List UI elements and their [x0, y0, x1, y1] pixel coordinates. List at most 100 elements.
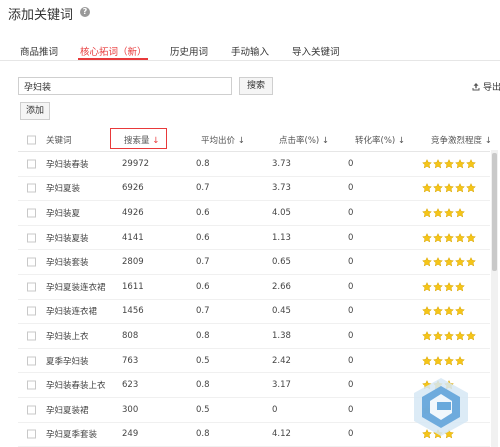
column-header-competition[interactable]: 竞争激烈程度 ↓	[431, 134, 492, 146]
avg-bid-cell: 0.5	[196, 355, 210, 366]
star-icon	[455, 355, 465, 366]
row-checkbox[interactable]	[27, 429, 36, 439]
search-button[interactable]: 搜索	[239, 77, 273, 95]
keyword-cell: 孕妇装夏装	[46, 233, 89, 244]
competition-rating	[422, 330, 477, 341]
ctr-cell: 4.12	[272, 429, 291, 440]
search-volume-cell: 249	[122, 429, 139, 440]
row-checkbox[interactable]	[27, 380, 36, 390]
keyword-search-input[interactable]	[18, 77, 232, 95]
table-row[interactable]: 孕妇装春装 29972 0.8 3.73 0	[18, 152, 490, 177]
competition-rating	[422, 183, 477, 193]
competition-rating	[422, 158, 477, 169]
competition-rating	[422, 207, 466, 218]
star-icon	[466, 183, 476, 193]
ctr-cell: 2.66	[272, 281, 291, 292]
tab-manual-input[interactable]: 手动输入	[231, 44, 269, 58]
star-icon	[444, 207, 454, 218]
table-row[interactable]: 孕妇夏装 6926 0.7 3.73 0	[18, 177, 490, 202]
star-icon	[455, 330, 465, 341]
avg-bid-cell: 0.7	[196, 306, 210, 317]
keyword-cell: 孕妇装连衣裙	[46, 307, 98, 318]
search-volume-cell: 300	[122, 404, 139, 415]
star-icon	[455, 183, 465, 193]
row-checkbox[interactable]	[27, 356, 36, 366]
table-row[interactable]: 孕妇装连衣裙 1456 0.7 0.45 0	[18, 300, 490, 325]
avg-bid-cell: 0.6	[196, 207, 210, 218]
keyword-cell: 孕妇装夏	[46, 208, 81, 219]
avg-bid-cell: 0.8	[196, 330, 210, 341]
keyword-cell: 孕妇夏季套装	[46, 430, 98, 441]
sort-arrow-icon: ↓	[484, 135, 492, 146]
star-icon	[433, 183, 443, 193]
column-header-avg-bid[interactable]: 平均出价 ↓	[201, 134, 245, 146]
star-icon	[422, 257, 432, 267]
table-row[interactable]: 孕妇装夏装 4141 0.6 1.13 0	[18, 226, 490, 251]
competition-rating	[422, 355, 466, 366]
star-icon	[455, 232, 465, 243]
sort-arrow-icon: ↓	[237, 135, 245, 146]
add-button[interactable]: 添加	[20, 102, 50, 120]
search-volume-cell: 808	[122, 330, 139, 341]
ctr-cell: 3.17	[272, 380, 291, 391]
star-icon	[466, 257, 476, 267]
column-header-cvr[interactable]: 转化率(%) ↓	[355, 134, 405, 146]
table-row[interactable]: 孕妇夏装连衣裙 1611 0.6 2.66 0	[18, 275, 490, 300]
column-header-ctr[interactable]: 点击率(%) ↓	[279, 134, 329, 146]
help-icon[interactable]: ?	[80, 7, 90, 17]
cvr-cell: 0	[348, 158, 354, 169]
ctr-cell: 2.42	[272, 355, 291, 366]
row-checkbox[interactable]	[27, 331, 36, 341]
tab-import-keywords[interactable]: 导入关键词	[292, 44, 340, 58]
export-icon	[472, 83, 480, 91]
tab-history-keywords[interactable]: 历史用词	[170, 44, 208, 58]
table-row[interactable]: 孕妇装套装 2809 0.7 0.65 0	[18, 250, 490, 275]
select-all-checkbox[interactable]	[27, 135, 36, 144]
row-checkbox[interactable]	[27, 257, 36, 267]
active-tab-indicator	[78, 58, 148, 60]
star-icon	[422, 183, 432, 193]
keyword-cell: 夏季孕妇装	[46, 356, 89, 367]
table-row[interactable]: 夏季孕妇装 763 0.5 2.42 0	[18, 349, 490, 374]
star-icon	[433, 330, 443, 341]
table-row[interactable]: 孕妇装上衣 808 0.8 1.38 0	[18, 324, 490, 349]
star-icon	[444, 232, 454, 243]
ctr-cell: 0	[272, 404, 278, 415]
ctr-cell: 0.65	[272, 257, 291, 268]
export-button[interactable]: 导出	[472, 80, 500, 93]
cvr-cell: 0	[348, 183, 354, 194]
cvr-cell: 0	[348, 232, 354, 243]
table-scrollbar-thumb[interactable]	[492, 153, 497, 271]
cvr-cell: 0	[348, 404, 354, 415]
avg-bid-cell: 0.8	[196, 380, 210, 391]
row-checkbox[interactable]	[27, 282, 36, 292]
search-volume-cell: 29972	[122, 158, 150, 169]
star-icon	[455, 257, 465, 267]
row-checkbox[interactable]	[27, 233, 36, 243]
row-checkbox[interactable]	[27, 159, 36, 169]
column-header-keyword[interactable]: 关键词	[46, 134, 72, 146]
keyword-cell: 孕妇装春装上衣	[46, 381, 106, 392]
star-icon	[455, 207, 465, 218]
star-icon	[422, 355, 432, 366]
star-icon	[444, 330, 454, 341]
tab-core-keyword-expansion[interactable]: 核心拓词（新）	[80, 44, 147, 58]
keyword-cell: 孕妇装春装	[46, 159, 89, 170]
row-checkbox[interactable]	[27, 208, 36, 218]
column-header-ctr-label: 点击率(%)	[279, 135, 320, 146]
row-checkbox[interactable]	[27, 306, 36, 316]
tab-product-keywords[interactable]: 商品推词	[20, 44, 58, 58]
star-icon	[444, 355, 454, 366]
row-checkbox[interactable]	[27, 405, 36, 415]
column-header-competition-label: 竞争激烈程度	[431, 135, 483, 146]
star-icon	[433, 257, 443, 267]
avg-bid-cell: 0.6	[196, 232, 210, 243]
star-icon	[433, 207, 443, 218]
star-icon	[433, 158, 443, 169]
competition-rating	[422, 232, 477, 243]
star-icon	[466, 232, 476, 243]
cvr-cell: 0	[348, 429, 354, 440]
table-row[interactable]: 孕妇装夏 4926 0.6 4.05 0	[18, 201, 490, 226]
row-checkbox[interactable]	[27, 183, 36, 193]
ctr-cell: 4.05	[272, 207, 291, 218]
